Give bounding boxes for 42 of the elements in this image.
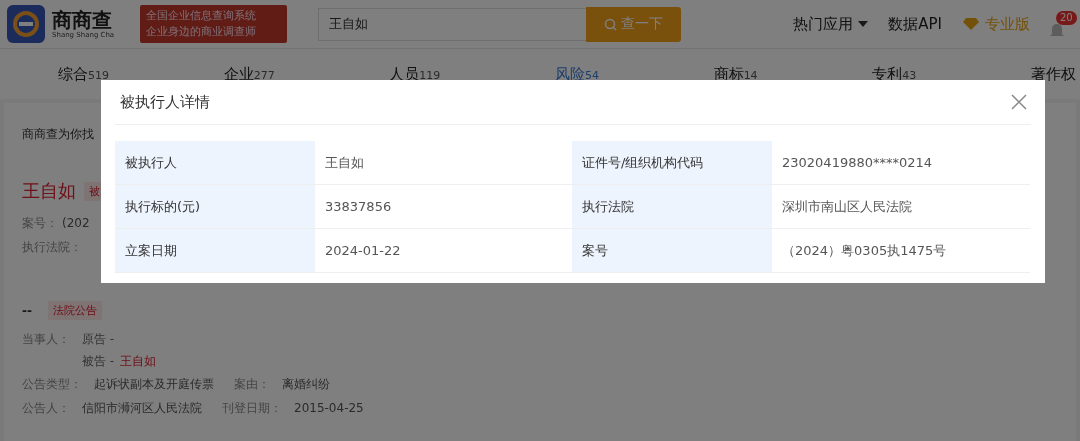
- caret-icon: [858, 21, 869, 27]
- field-value: 2015-04-25: [294, 400, 364, 417]
- label-cell: 执行标的(元): [115, 185, 315, 229]
- tab[interactable]: 专利43: [872, 64, 917, 84]
- notification-badge: 20: [1056, 11, 1077, 25]
- label-cell: 被执行人: [115, 141, 315, 185]
- field-value: 信阳市浉河区人民法院: [82, 400, 202, 417]
- tab[interactable]: 著作权: [1030, 64, 1076, 84]
- search-icon: [604, 17, 617, 31]
- tab[interactable]: 商标14: [713, 64, 758, 84]
- label-cell: 证件号/组织机构代码: [572, 141, 772, 185]
- field-value: 离婚纠纷: [282, 376, 330, 393]
- logo-name: 商商查: [52, 9, 112, 31]
- diamond-icon: [962, 17, 980, 31]
- notice-title: --: [22, 303, 32, 318]
- value-cell: 深圳市南山区人民法院: [772, 185, 1030, 229]
- label-cell: 执行法院: [572, 185, 772, 229]
- intro-text: 商商查为你找: [22, 126, 95, 143]
- notice-tag: 法院公告: [47, 301, 102, 320]
- party-role: 被告 -: [82, 353, 115, 370]
- value-cell: 23020419880****0214: [772, 141, 1030, 185]
- party-name[interactable]: 王自如: [120, 350, 157, 372]
- nav-link[interactable]: 数据API: [888, 14, 942, 34]
- person-name[interactable]: 王自如: [22, 179, 76, 203]
- field-label: 刊登日期：: [222, 400, 282, 417]
- search-field[interactable]: 王自如: [318, 7, 586, 41]
- dialog-title: 被执行人详情: [120, 92, 210, 112]
- field-value: 起诉状副本及开庭传票: [94, 376, 214, 393]
- tab[interactable]: 综合519: [58, 64, 109, 84]
- logo-icon: [7, 5, 45, 43]
- tab[interactable]: 风险54: [554, 64, 599, 84]
- value-cell: （2024）粤0305执1475号: [772, 229, 1030, 273]
- label-cell: 案号: [572, 229, 772, 273]
- field-value: (202: [62, 215, 90, 232]
- tab[interactable]: 企业277: [223, 64, 275, 84]
- party-role: 原告 -: [82, 331, 115, 348]
- nav-link[interactable]: 热门应用: [793, 14, 869, 34]
- close-icon[interactable]: [1011, 94, 1027, 110]
- bell-icon[interactable]: [1050, 23, 1064, 39]
- label-cell: 立案日期: [115, 229, 315, 273]
- field-label: 案由：: [234, 376, 270, 393]
- slogan-banner: 全国企业信息查询系统 企业身边的商业调查师: [140, 5, 287, 43]
